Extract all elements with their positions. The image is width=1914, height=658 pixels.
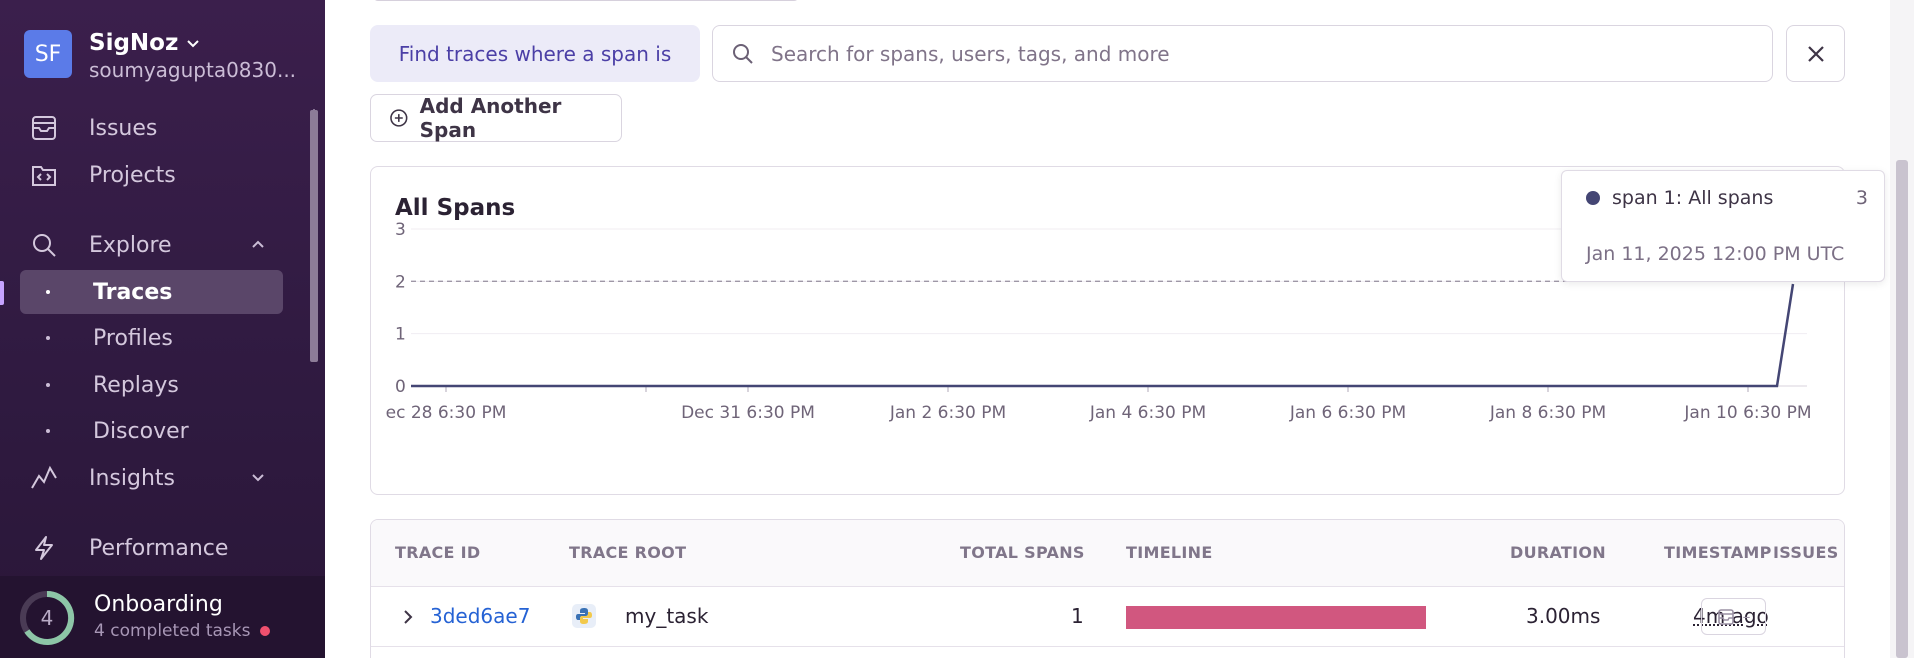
bullet-icon [46, 383, 50, 387]
y-tick-label: 3 [395, 220, 406, 240]
sidebar-item-issues[interactable]: Issues [20, 106, 283, 150]
sidebar-item-discover[interactable]: Discover [20, 409, 283, 453]
org-name: SigNoz [89, 30, 179, 56]
bullet-icon [46, 290, 50, 294]
close-icon [1807, 45, 1824, 62]
org-avatar: SF [24, 30, 72, 78]
search-placeholder: Search for spans, users, tags, and more [771, 41, 1170, 66]
chevron-right-icon[interactable] [401, 609, 415, 625]
sidebar-scrollbar[interactable] [308, 100, 320, 572]
y-tick-label: 0 [395, 377, 406, 397]
duration: 3.00ms [1526, 604, 1601, 628]
traces-table: TRACE ID TRACE ROOT TOTAL SPANS TIMELINE… [370, 519, 1845, 658]
timeline-bar[interactable] [1126, 606, 1426, 629]
column-header[interactable]: TOTAL SPANS [960, 543, 1085, 562]
sidebar-item-traces[interactable]: Traces [20, 270, 283, 314]
chevron-up-icon [252, 240, 264, 248]
trace-root: my_task [625, 604, 709, 628]
performance-icon [28, 532, 60, 564]
sidebar-item-label: Profiles [93, 325, 173, 351]
projects-icon [28, 159, 60, 191]
sidebar-item-label: Insights [89, 465, 176, 491]
issues-icon [1717, 608, 1734, 625]
sidebar-item-label: Explore [89, 232, 172, 258]
sidebar-item-performance[interactable]: Performance [20, 526, 283, 570]
issues-icon [28, 112, 60, 144]
span-condition-label[interactable]: Find traces where a span is [370, 25, 700, 82]
y-tick-label: 1 [395, 325, 406, 345]
series-swatch-icon [1586, 191, 1600, 205]
main-scrollbar[interactable] [1890, 0, 1914, 658]
onboarding-widget[interactable]: 4 Onboarding 4 completed tasks [0, 576, 325, 658]
tooltip-series: span 1: All spans [1612, 187, 1774, 209]
notification-dot-icon [260, 626, 271, 636]
chevron-down-icon [252, 474, 264, 482]
sidebar-item-projects[interactable]: Projects [20, 153, 283, 197]
total-spans: 1 [1071, 604, 1084, 628]
org-user: soumyagupta0830... [89, 58, 297, 82]
column-header[interactable]: TRACE ROOT [569, 543, 686, 562]
column-header[interactable]: TRACE ID [395, 543, 481, 562]
chart-tooltip: span 1: All spans 3 Jan 11, 2025 12:00 P… [1561, 170, 1885, 282]
issues-count: – [1742, 607, 1751, 626]
sidebar-scrollbar-thumb[interactable] [310, 110, 318, 362]
trace-id-link[interactable]: 3ded6ae7 [430, 604, 530, 628]
bullet-icon [46, 429, 50, 433]
sidebar-item-label: Traces [93, 279, 173, 305]
table-row[interactable]: 3ded6ae7 my_task 1 3.00ms 4m ago – [371, 587, 1844, 647]
sidebar-item-profiles[interactable]: Profiles [20, 316, 283, 360]
insights-icon [28, 462, 60, 494]
sidebar-item-insights[interactable]: Insights [20, 456, 283, 500]
tooltip-value: 3 [1855, 187, 1868, 209]
previous-control-edge [373, 0, 799, 1]
search-icon [28, 229, 60, 261]
series-line [411, 283, 1795, 388]
table-header: TRACE ID TRACE ROOT TOTAL SPANS TIMELINE… [371, 520, 1844, 587]
column-header[interactable]: TIMELINE [1126, 543, 1213, 562]
x-tick-label: Jan 8 6:30 PM [1489, 403, 1606, 423]
column-header[interactable]: ISSUES [1773, 543, 1839, 562]
sidebar-item-label: Issues [89, 115, 158, 141]
y-tick-label: 2 [395, 272, 406, 292]
main-scrollbar-thumb[interactable] [1896, 160, 1908, 658]
main-content: Find traces where a span is Search for s… [325, 0, 1914, 658]
x-tick-label: Jan 4 6:30 PM [1089, 403, 1206, 423]
plus-circle-icon [390, 109, 408, 127]
issues-button[interactable]: – [1701, 598, 1766, 635]
sidebar-item-explore[interactable]: Explore [20, 223, 283, 267]
span-search-input[interactable]: Search for spans, users, tags, and more [712, 25, 1773, 82]
x-tick-label: Jan 6 6:30 PM [1289, 403, 1406, 423]
add-span-label: Add Another Span [419, 94, 562, 142]
active-indicator [0, 281, 4, 305]
column-header[interactable]: DURATION [1510, 543, 1606, 562]
bullet-icon [46, 336, 50, 340]
sidebar-item-label: Projects [89, 162, 176, 188]
tooltip-timestamp: Jan 11, 2025 12:00 PM UTC [1586, 243, 1845, 265]
x-tick-label: ec 28 6:30 PM [386, 403, 507, 423]
sidebar-item-label: Performance [89, 535, 229, 561]
x-tick-label: Jan 2 6:30 PM [889, 403, 1006, 423]
onboarding-count: 4 [40, 606, 54, 630]
add-another-span-button[interactable]: Add Another Span [370, 94, 622, 142]
sidebar: SF SigNoz soumyagupta0830... Issues Proj… [0, 0, 325, 658]
search-icon [733, 43, 753, 64]
onboarding-title: Onboarding [94, 592, 223, 617]
sidebar-item-replays[interactable]: Replays [20, 363, 283, 407]
python-icon [572, 604, 596, 628]
column-header[interactable]: TIMESTAMP [1664, 543, 1772, 562]
org-switcher[interactable]: SF SigNoz soumyagupta0830... [24, 30, 296, 82]
sidebar-item-label: Discover [93, 418, 189, 444]
remove-span-button[interactable] [1786, 25, 1845, 82]
x-tick-label: Jan 10 6:30 PM [1683, 403, 1811, 423]
sidebar-item-label: Replays [93, 372, 179, 398]
x-tick-label: Dec 31 6:30 PM [681, 403, 815, 423]
onboarding-subtitle: 4 completed tasks [94, 621, 251, 641]
chevron-down-icon [187, 40, 200, 48]
